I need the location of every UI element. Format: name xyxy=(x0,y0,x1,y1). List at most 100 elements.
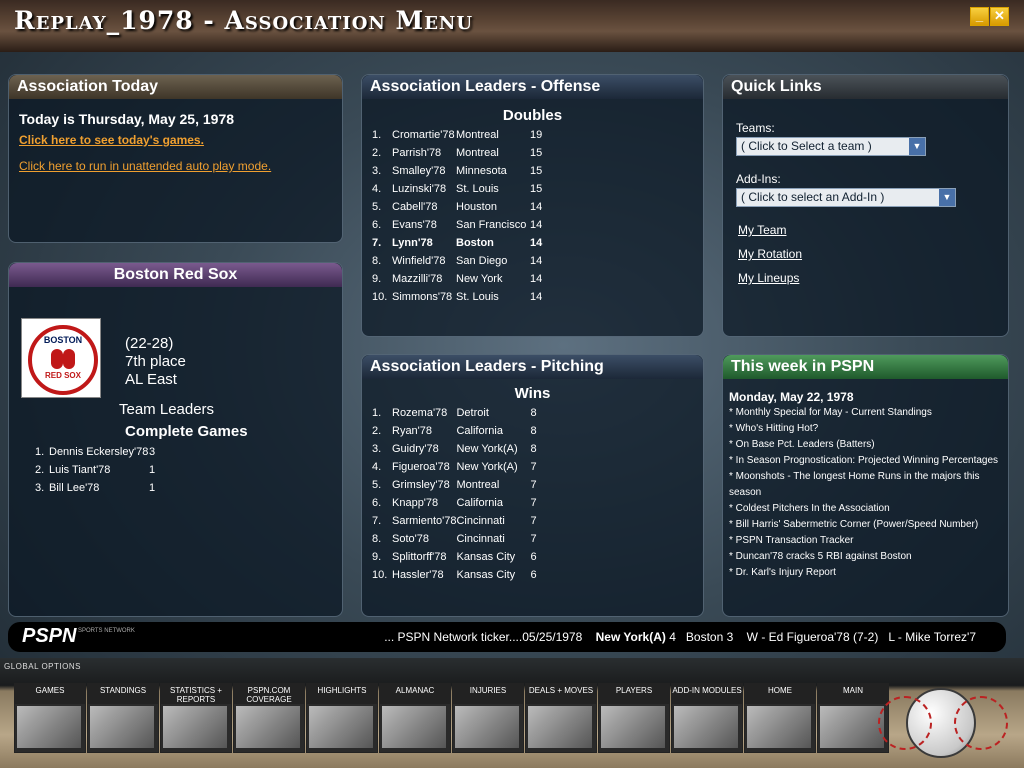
team-select[interactable]: ( Click to Select a team ) ▼ xyxy=(736,137,926,156)
team-name: New York xyxy=(456,273,503,285)
nav-button-deals-moves[interactable]: DEALS + MOVES xyxy=(525,683,597,753)
stat-value: 14 xyxy=(530,219,543,231)
pspn-news-item[interactable]: * Monthly Special for May - Current Stan… xyxy=(729,405,1002,421)
nav-button-statistics-reports[interactable]: STATISTICS + REPORTS xyxy=(160,683,232,753)
leader-row: 6. Evans'78 San Francisco 14 xyxy=(372,216,542,234)
team-name: California xyxy=(456,497,503,509)
stat-value: 1 xyxy=(149,464,156,476)
offense-category: Doubles xyxy=(502,107,563,124)
stat-value: 6 xyxy=(530,551,537,563)
player-name[interactable]: Winfield'78 xyxy=(392,252,456,270)
rank: 8. xyxy=(372,255,382,267)
nav-button-image xyxy=(455,706,519,748)
stat-value: 7 xyxy=(530,515,537,527)
panel-header: This week in PSPN xyxy=(723,355,1008,379)
rank: 5. xyxy=(372,201,382,213)
nav-button-games[interactable]: GAMES xyxy=(14,683,86,753)
player-name[interactable]: Luzinski'78 xyxy=(392,180,456,198)
nav-button-label: PLAYERS xyxy=(599,684,669,704)
player-name[interactable]: Mazzilli'78 xyxy=(392,270,456,288)
leader-row: 4. Luzinski'78 St. Louis 15 xyxy=(372,180,542,198)
quick-links-panel: Quick Links Teams: ( Click to Select a t… xyxy=(722,74,1009,337)
global-options-bar: GLOBAL OPTIONS GAMES STANDINGS STATISTICS … xyxy=(0,658,1024,768)
pspn-news-list: * Monthly Special for May - Current Stan… xyxy=(723,405,1008,581)
nav-button-pspn-com-coverage[interactable]: PSPN.COM COVERAGE xyxy=(233,683,305,753)
player-name[interactable]: Dennis Eckersley'78 xyxy=(49,443,149,461)
title-bar: Replay_1978 - Association Menu _ ✕ xyxy=(0,0,1024,52)
team-name: St. Louis xyxy=(456,183,499,195)
nav-button-label: ADD-IN MODULES xyxy=(672,684,742,704)
addins-label: Add-Ins: xyxy=(736,172,781,186)
stat-value: 14 xyxy=(530,273,543,285)
rank: 7. xyxy=(372,237,382,249)
player-name[interactable]: Smalley'78 xyxy=(392,162,456,180)
player-name[interactable]: Ryan'78 xyxy=(392,422,456,440)
news-ticker: PSPN SPORTS NETWORK ... PSPN Network tic… xyxy=(8,622,1006,652)
nav-button-label: STANDINGS xyxy=(88,684,158,704)
baseball-icon[interactable] xyxy=(878,688,1008,758)
player-name[interactable]: Guidry'78 xyxy=(392,440,456,458)
team-name: Cincinnati xyxy=(456,533,505,545)
pspn-news-item[interactable]: * In Season Prognostication: Projected W… xyxy=(729,453,1002,469)
team-record: (22-28) xyxy=(125,335,174,352)
auto-play-link[interactable]: Click here to run in unattended auto pla… xyxy=(19,159,332,173)
pspn-news-item[interactable]: * Duncan'78 cracks 5 RBI against Boston xyxy=(729,549,1002,565)
player-name[interactable]: Cabell'78 xyxy=(392,198,456,216)
leader-row: 10. Hassler'78 Kansas City 6 xyxy=(372,566,537,584)
my-team-link[interactable]: My Team xyxy=(738,223,786,237)
rank: 3. xyxy=(372,165,382,177)
nav-button-players[interactable]: PLAYERS xyxy=(598,683,670,753)
player-name[interactable]: Soto'78 xyxy=(392,530,456,548)
player-name[interactable]: Hassler'78 xyxy=(392,566,456,584)
player-name[interactable]: Cromartie'78 xyxy=(392,126,456,144)
player-name[interactable]: Knapp'78 xyxy=(392,494,456,512)
player-name[interactable]: Luis Tiant'78 xyxy=(49,461,149,479)
nav-button-image xyxy=(17,706,81,748)
pspn-news-item[interactable]: * Coldest Pitchers In the Association xyxy=(729,501,1002,517)
rank: 2. xyxy=(35,464,45,476)
nav-button-add-in-modules[interactable]: ADD-IN MODULES xyxy=(671,683,743,753)
pspn-news-item[interactable]: * On Base Pct. Leaders (Batters) xyxy=(729,437,1002,453)
player-name[interactable]: Evans'78 xyxy=(392,216,456,234)
nav-button-home[interactable]: HOME xyxy=(744,683,816,753)
player-name[interactable]: Bill Lee'78 xyxy=(49,479,149,497)
minimize-button[interactable]: _ xyxy=(970,7,989,26)
nav-button-highlights[interactable]: HIGHLIGHTS xyxy=(306,683,378,753)
panel-header: Quick Links xyxy=(723,75,1008,99)
player-name[interactable]: Rozema'78 xyxy=(392,404,456,422)
team-name: Houston xyxy=(456,201,497,213)
nav-button-standings[interactable]: STANDINGS xyxy=(87,683,159,753)
pspn-news-item[interactable]: * Moonshots - The longest Home Runs in t… xyxy=(729,469,1002,501)
pspn-news-item[interactable]: * Dr. Karl's Injury Report xyxy=(729,565,1002,581)
leader-row: 7. Sarmiento'78 Cincinnati 7 xyxy=(372,512,537,530)
player-name[interactable]: Sarmiento'78 xyxy=(392,512,456,530)
team-division: AL East xyxy=(125,371,177,388)
rank: 4. xyxy=(372,461,382,473)
rank: 9. xyxy=(372,273,382,285)
nav-button-almanac[interactable]: ALMANAC xyxy=(379,683,451,753)
player-name[interactable]: Simmons'78 xyxy=(392,288,456,306)
offense-leaders-table: 1. Cromartie'78 Montreal 19 2. Parrish'78 Mont… xyxy=(372,126,542,306)
pspn-news-item[interactable]: * Who's Hitting Hot? xyxy=(729,421,1002,437)
team-name: Montreal xyxy=(456,479,500,491)
player-name[interactable]: Figueroa'78 xyxy=(392,458,456,476)
player-name[interactable]: Parrish'78 xyxy=(392,144,456,162)
my-lineups-link[interactable]: My Lineups xyxy=(738,271,799,285)
nav-button-image xyxy=(90,706,154,748)
stat-value: 14 xyxy=(530,291,543,303)
nav-button-injuries[interactable]: INJURIES xyxy=(452,683,524,753)
pspn-news-item[interactable]: * Bill Harris' Sabermetric Corner (Power… xyxy=(729,517,1002,533)
player-name[interactable]: Splittorff'78 xyxy=(392,548,456,566)
nav-button-label: INJURIES xyxy=(453,684,523,704)
pspn-news-item[interactable]: * PSPN Transaction Tracker xyxy=(729,533,1002,549)
addin-select[interactable]: ( Click to select an Add-In ) ▼ xyxy=(736,188,956,207)
my-rotation-link[interactable]: My Rotation xyxy=(738,247,802,261)
todays-games-link[interactable]: Click here to see today's games. xyxy=(19,133,332,147)
close-button[interactable]: ✕ xyxy=(990,7,1009,26)
chevron-down-icon: ▼ xyxy=(939,189,955,206)
nav-button-image xyxy=(747,706,811,748)
player-name[interactable]: Lynn'78 xyxy=(392,234,456,252)
rank: 4. xyxy=(372,183,382,195)
team-leader-row: 2. Luis Tiant'78 1 xyxy=(35,461,155,479)
player-name[interactable]: Grimsley'78 xyxy=(392,476,456,494)
